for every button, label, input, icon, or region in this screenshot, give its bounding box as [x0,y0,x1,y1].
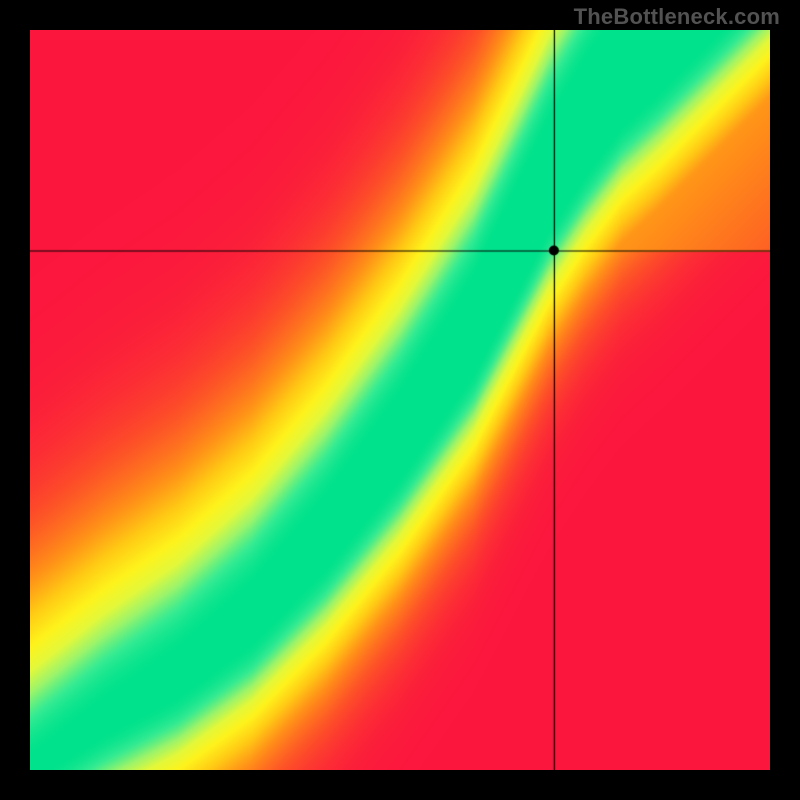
chart-frame: TheBottleneck.com [0,0,800,800]
plot-area [30,30,770,770]
heatmap-canvas [30,30,770,770]
watermark-text: TheBottleneck.com [574,4,780,30]
